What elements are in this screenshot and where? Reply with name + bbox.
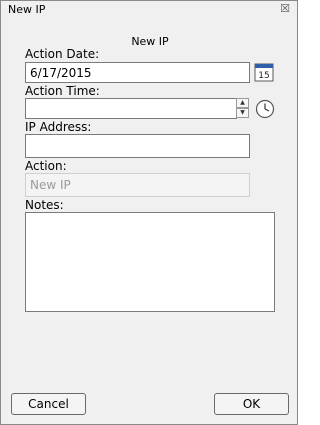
action-date-input[interactable]: [25, 62, 250, 83]
calendar-icon[interactable]: 15: [254, 62, 274, 82]
notes-label: Notes:: [25, 198, 64, 212]
spin-up-button[interactable]: ▲: [236, 98, 249, 108]
time-spinner: ▲ ▼: [236, 98, 249, 118]
calendar-day-text: 15: [258, 71, 269, 81]
action-date-label: Action Date:: [25, 47, 100, 61]
ip-address-label: IP Address:: [25, 120, 92, 134]
ok-button[interactable]: OK: [214, 393, 289, 415]
action-input: [25, 173, 250, 197]
ip-address-input[interactable]: [25, 134, 250, 158]
action-label: Action:: [25, 159, 67, 173]
window-title: New IP: [8, 3, 46, 16]
notes-textarea[interactable]: [25, 212, 275, 312]
title-bar: New IP ☒: [1, 1, 297, 19]
cancel-button[interactable]: Cancel: [11, 393, 86, 415]
action-time-input[interactable]: [25, 98, 237, 119]
close-icon[interactable]: ☒: [279, 3, 291, 15]
action-time-label: Action Time:: [25, 84, 100, 98]
new-ip-dialog: New IP ☒ New IP Action Date: 15 Action T…: [0, 0, 298, 425]
clock-icon[interactable]: [255, 99, 275, 119]
spin-down-button[interactable]: ▼: [236, 108, 249, 118]
